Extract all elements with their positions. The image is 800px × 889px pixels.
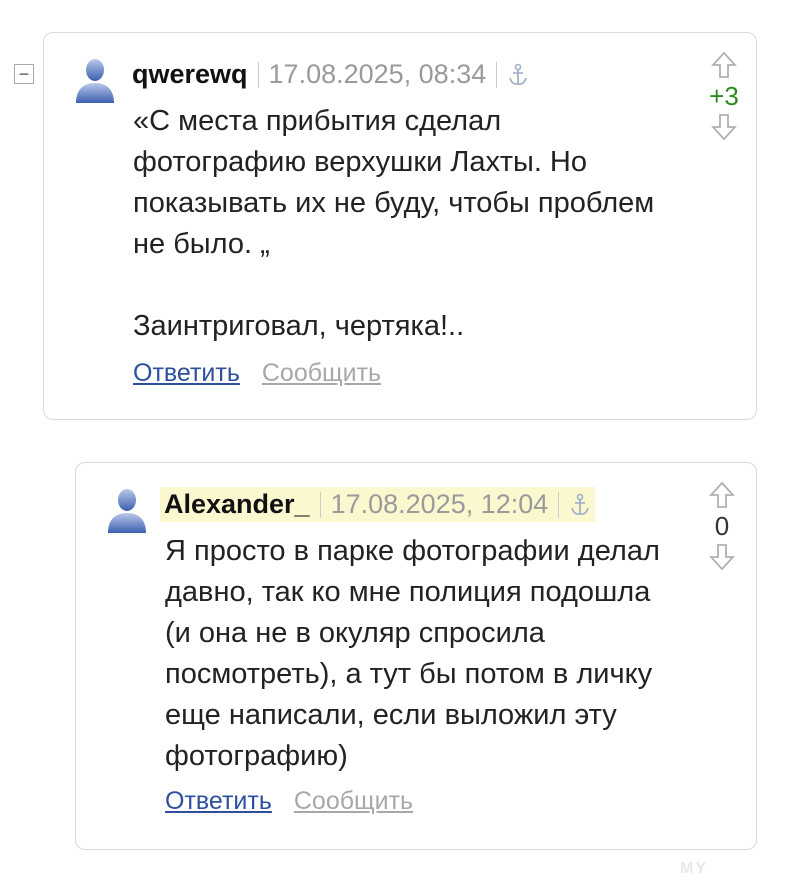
collapse-symbol: −	[18, 64, 30, 84]
divider	[319, 491, 321, 518]
comment-line: давно, так ко мне полиция подошла	[165, 576, 651, 608]
author-name[interactable]: Alexander_	[164, 489, 310, 520]
comment-actions: Ответить Сообщить	[133, 359, 381, 388]
divider	[558, 491, 560, 518]
comment-text: Я просто в парке фотографии делал давно,…	[165, 531, 660, 777]
comment-line: «С места прибытия сделал	[133, 105, 502, 137]
comment-line: фотографию верхушки Лахты. Но	[133, 146, 588, 178]
divider	[257, 61, 259, 88]
comment-header: Alexander_ 17.08.2025, 12:04	[160, 487, 596, 522]
arrow-down-icon[interactable]	[709, 543, 735, 571]
vote-control: +3	[704, 51, 744, 141]
comment-line	[133, 265, 654, 306]
comment-date: 17.08.2025, 08:34	[268, 59, 487, 89]
report-link[interactable]: Сообщить	[294, 787, 413, 816]
user-avatar-icon[interactable]	[72, 55, 118, 105]
comment-text: «С места прибытия сделал фотографию верх…	[133, 101, 654, 347]
comment-line: фотографию)	[165, 740, 348, 772]
rating-count: +3	[709, 81, 739, 111]
comment-header: qwerewq 17.08.2025, 08:34	[132, 59, 529, 90]
anchor-link-icon[interactable]	[507, 63, 529, 87]
collapse-thread-button[interactable]: −	[14, 64, 34, 84]
reply-link[interactable]: Ответить	[165, 787, 272, 816]
comment-line: еще написали, если выложил эту	[165, 699, 617, 731]
author-name[interactable]: qwerewq	[132, 59, 248, 90]
comment-actions: Ответить Сообщить	[165, 787, 413, 816]
comment-date: 17.08.2025, 12:04	[330, 489, 549, 519]
vote-control: 0	[702, 481, 742, 571]
comment-line: посмотреть), а тут бы потом в личку	[165, 658, 653, 690]
user-avatar-icon[interactable]	[104, 485, 150, 535]
watermark: MY	[680, 860, 708, 877]
reply-link[interactable]: Ответить	[133, 359, 240, 388]
comment-line: Заинтриговал, чертяка!..	[133, 310, 465, 342]
comment-line: Я просто в парке фотографии делал	[165, 535, 660, 567]
comment-card: Alexander_ 17.08.2025, 12:04 Я просто в …	[75, 462, 757, 850]
arrow-up-icon[interactable]	[709, 481, 735, 509]
arrow-up-icon[interactable]	[711, 51, 737, 79]
comment-line: показывать их не буду, чтобы проблем	[133, 187, 655, 219]
comment-line: не было. „	[133, 228, 270, 260]
divider	[496, 61, 498, 88]
rating-count: 0	[714, 511, 730, 541]
comment-line: (и она не в окуляр спросила	[165, 617, 545, 649]
report-link[interactable]: Сообщить	[262, 359, 381, 388]
anchor-link-icon[interactable]	[569, 493, 591, 517]
comment-card: qwerewq 17.08.2025, 08:34 «С места прибы…	[43, 32, 757, 420]
arrow-down-icon[interactable]	[711, 113, 737, 141]
